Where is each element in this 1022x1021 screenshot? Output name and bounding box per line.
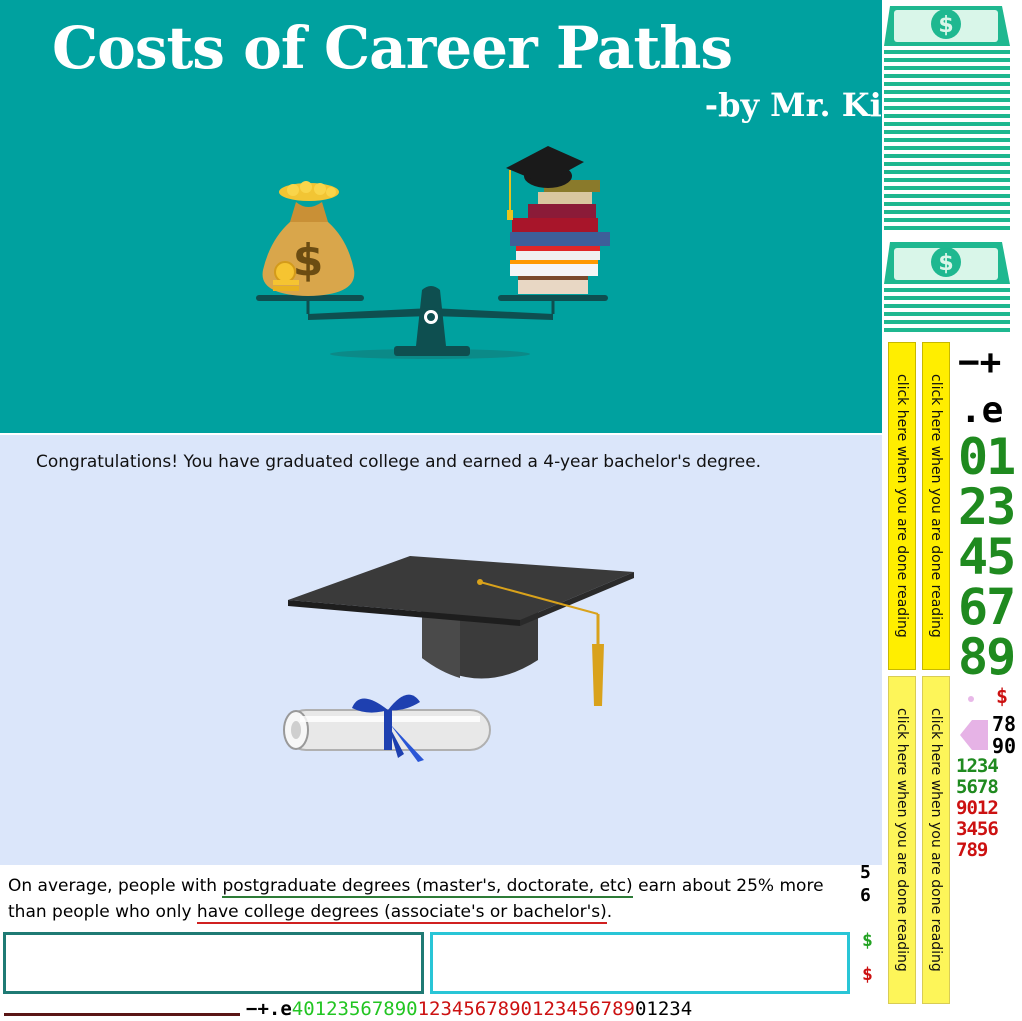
- money-stack-small-icon: $: [884, 242, 1010, 332]
- minus-plus-keys[interactable]: −+: [958, 342, 1001, 383]
- big-digit-palette: 01 23 45 67 89: [958, 432, 1016, 682]
- digit-row-89[interactable]: 89: [958, 632, 1016, 682]
- pink-dot-marker: [968, 696, 974, 702]
- strip-black-digits: 01234: [634, 998, 693, 1020]
- small-green-digits: 1234 5678: [956, 755, 999, 798]
- digit-row-45[interactable]: 45: [958, 532, 1016, 582]
- done-reading-button-2[interactable]: click here when you are done reading: [922, 342, 950, 670]
- dot-e-keys[interactable]: .e: [960, 390, 1003, 431]
- red-row-1: 9012: [956, 797, 999, 819]
- red-dollar-sign: $: [862, 964, 873, 985]
- money-stack-icon: $: [884, 2, 1010, 238]
- done-reading-button-3[interactable]: click here when you are done reading: [888, 676, 916, 1004]
- answer-box-right[interactable]: [430, 932, 850, 994]
- done-reading-label: click here when you are done reading: [928, 708, 944, 972]
- done-reading-button-4[interactable]: click here when you are done reading: [922, 676, 950, 1004]
- intro-text: Congratulations! You have graduated coll…: [36, 452, 762, 472]
- svg-text:$: $: [293, 235, 324, 286]
- red-row-3: 789: [956, 839, 988, 861]
- strip-prefix: −+.e: [246, 998, 292, 1020]
- done-reading-label: click here when you are done reading: [928, 374, 944, 638]
- green-dollar-sign: $: [862, 930, 873, 951]
- fact-part1: On average, people with: [8, 876, 223, 896]
- palette-78: 78: [992, 712, 1017, 736]
- side-digit-5: 5: [860, 862, 871, 883]
- side-digit-6: 6: [860, 885, 871, 906]
- fact-text: On average, people with postgraduate deg…: [8, 873, 858, 925]
- digit-row-67[interactable]: 67: [958, 582, 1016, 632]
- green-row-2: 5678: [956, 776, 999, 798]
- graduation-cap-diploma-illustration: [283, 556, 634, 762]
- balance-scale-illustration: $: [256, 146, 610, 359]
- digit-strip: −+.e40123567890123456789012345678901234: [246, 998, 692, 1020]
- page-title: Costs of Career Paths: [52, 14, 733, 82]
- done-reading-label: click here when you are done reading: [894, 708, 910, 972]
- answer-box-left[interactable]: [3, 932, 424, 994]
- strip-red-digits: 1234567890123456789: [417, 998, 635, 1020]
- palette-red-dollar: $: [996, 684, 1009, 708]
- digit-row-23[interactable]: 23: [958, 482, 1016, 532]
- progress-line: [4, 1013, 240, 1016]
- svg-text:$: $: [938, 251, 953, 276]
- pointer-arrow-icon: [960, 720, 988, 750]
- fact-part3: .: [606, 902, 613, 922]
- postgraduate-degrees-link[interactable]: postgraduate degrees (master's, doctorat…: [222, 876, 633, 898]
- digit-row-01[interactable]: 01: [958, 432, 1016, 482]
- red-row-2: 3456: [956, 818, 999, 840]
- done-reading-label: click here when you are done reading: [894, 374, 910, 638]
- strip-green-digits: 40123567890: [291, 998, 418, 1020]
- college-degrees-link[interactable]: have college degrees (associate's or bac…: [196, 902, 607, 924]
- green-row-1: 1234: [956, 755, 999, 777]
- svg-text:$: $: [938, 13, 953, 38]
- small-red-digits: 9012 3456 789: [956, 797, 999, 861]
- done-reading-button-1[interactable]: click here when you are done reading: [888, 342, 916, 670]
